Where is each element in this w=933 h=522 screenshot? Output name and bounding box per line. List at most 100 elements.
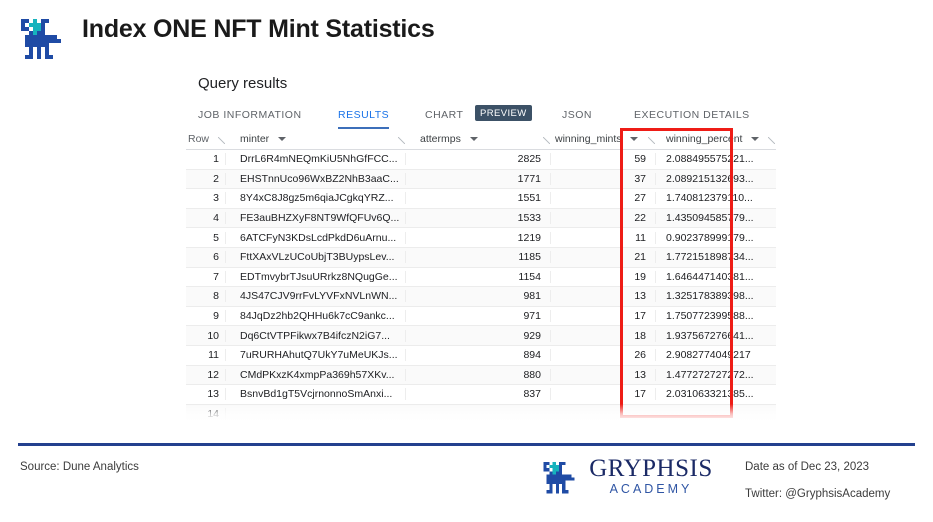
cell-winning-percent: 0.902378999179... [656, 232, 776, 244]
page-title: Index ONE NFT Mint Statistics [82, 15, 435, 44]
chevron-down-icon[interactable] [278, 137, 286, 141]
table-row[interactable]: 14 [186, 405, 776, 420]
cell-attermps: 1771 [406, 173, 551, 185]
source-note: Source: Dune Analytics [20, 461, 139, 473]
cell-winning-mints: 26 [551, 349, 656, 361]
column-header-winning-mints[interactable]: winning_mints [551, 133, 656, 145]
cell-winning-mints: 13 [551, 290, 656, 302]
cell-winning-mints: 17 [551, 388, 656, 400]
cell-winning-mints: 18 [551, 330, 656, 342]
column-header-attermps-label: attermps [420, 133, 461, 145]
column-resize-grip[interactable] [768, 137, 775, 144]
query-results-panel: Query results JOB INFORMATION RESULTS CH… [186, 68, 776, 420]
cell-row: 4 [186, 212, 226, 224]
table-row[interactable]: 1DrrL6R4mNEQmKiU5NhGfFCC...2825592.08849… [186, 150, 776, 170]
chevron-down-icon[interactable] [751, 137, 759, 141]
cell-minter: 8Y4xC8J8gz5m6qiaJCgkqYRZ... [226, 192, 406, 204]
tab-json[interactable]: JSON [562, 100, 592, 129]
column-resize-grip[interactable] [218, 137, 225, 144]
table-row[interactable]: 2EHSTnnUco96WxBZ2NhB3aaC...1771372.08921… [186, 170, 776, 190]
tab-json-label: JSON [562, 109, 592, 121]
column-header-winning-percent[interactable]: winning_percent [656, 133, 776, 145]
table-row[interactable]: 38Y4xC8J8gz5m6qiaJCgkqYRZ...1551271.7408… [186, 189, 776, 209]
cell-attermps: 1154 [406, 271, 551, 283]
tab-job-information-label: JOB INFORMATION [198, 109, 302, 121]
column-header-minter[interactable]: minter [226, 133, 406, 145]
cell-minter: DrrL6R4mNEQmKiU5NhGfFCC... [226, 153, 406, 165]
cell-winning-percent: 1.646447140381... [656, 271, 776, 283]
cell-attermps: 894 [406, 349, 551, 361]
date-note: Date as of Dec 23, 2023 [745, 461, 869, 473]
cell-attermps: 981 [406, 290, 551, 302]
cell-minter: Dq6CtVTPFikwx7B4ifczN2iG7... [226, 330, 406, 342]
cell-winning-mints: 59 [551, 153, 656, 165]
tab-chart[interactable]: CHART [425, 100, 463, 129]
table-row[interactable]: 56ATCFyN3KDsLcdPkdD6uArnu...1219110.9023… [186, 228, 776, 248]
results-tab-bar: JOB INFORMATION RESULTS CHART PREVIEW JS… [186, 100, 776, 130]
table-row[interactable]: 7EDTmvybrTJsuURrkz8NQugGe...1154191.6464… [186, 268, 776, 288]
table-row[interactable]: 984JqDz2hb2QHHu6k7cC9ankc...971171.75077… [186, 307, 776, 327]
cell-row: 12 [186, 369, 226, 381]
table-row[interactable]: 13BsnvBd1gT5VcjrnonnoSmAnxi...837172.031… [186, 385, 776, 405]
cell-attermps: 2825 [406, 153, 551, 165]
table-row[interactable]: 6FttXAxVLzUCoUbjT3BUypsLev...1185211.772… [186, 248, 776, 268]
cell-attermps: 1533 [406, 212, 551, 224]
cell-row: 2 [186, 173, 226, 185]
gryphsis-griffin-icon [537, 455, 581, 497]
cell-winning-mints: 11 [551, 232, 656, 244]
cell-winning-percent: 1.750772399588... [656, 310, 776, 322]
cell-winning-percent: 2.088495575221... [656, 153, 776, 165]
cell-row: 8 [186, 290, 226, 302]
cell-attermps: 1219 [406, 232, 551, 244]
column-resize-grip[interactable] [648, 137, 655, 144]
cell-minter: BsnvBd1gT5VcjrnonnoSmAnxi... [226, 388, 406, 400]
cell-attermps: 929 [406, 330, 551, 342]
column-resize-grip[interactable] [543, 137, 550, 144]
cell-row: 1 [186, 153, 226, 165]
cell-attermps: 1551 [406, 192, 551, 204]
column-resize-grip[interactable] [398, 137, 405, 144]
gryphsis-brand-sub: ACADEMY [586, 482, 716, 496]
table-row[interactable]: 117uRURHAhutQ7UkY7uMeUKJs...894262.90827… [186, 346, 776, 366]
cell-divider [225, 408, 226, 420]
cell-winning-percent: 1.435094585779... [656, 212, 776, 224]
cell-minter: CMdPKxzK4xmpPa369h57XKv... [226, 369, 406, 381]
slide-header: Index ONE NFT Mint Statistics [0, 0, 933, 66]
tab-job-information[interactable]: JOB INFORMATION [198, 100, 302, 129]
cell-winning-percent: 2.9082774049217 [656, 349, 776, 361]
cell-winning-mints: 27 [551, 192, 656, 204]
cell-attermps: 1185 [406, 251, 551, 263]
cell-minter: FE3auBHZXyF8NT9WfQFUv6Q... [226, 212, 406, 224]
query-results-heading: Query results [198, 75, 287, 92]
chevron-down-icon[interactable] [630, 137, 638, 141]
table-row[interactable]: 4FE3auBHZXyF8NT9WfQFUv6Q...1533221.43509… [186, 209, 776, 229]
cell-winning-percent: 2.089215132693... [656, 173, 776, 185]
chevron-down-icon[interactable] [470, 137, 478, 141]
column-header-row: Row [186, 133, 226, 145]
cell-row: 14 [186, 408, 226, 420]
column-header-row-label: Row [188, 133, 209, 145]
column-header-attermps[interactable]: attermps [406, 133, 551, 145]
cell-row: 5 [186, 232, 226, 244]
cell-minter: 7uRURHAhutQ7UkY7uMeUKJs... [226, 349, 406, 361]
results-table: Row minter attermps winning_mints winnin… [186, 129, 776, 420]
table-row[interactable]: 84JS47CJV9rrFvLYVFxNVLnWN...981131.32517… [186, 287, 776, 307]
cell-row: 10 [186, 330, 226, 342]
column-header-winning-percent-label: winning_percent [666, 133, 742, 145]
cell-minter: FttXAxVLzUCoUbjT3BUypsLev... [226, 251, 406, 263]
table-row[interactable]: 10Dq6CtVTPFikwx7B4ifczN2iG7...929181.937… [186, 326, 776, 346]
table-row[interactable]: 12CMdPKxzK4xmpPa369h57XKv...880131.47727… [186, 366, 776, 386]
tab-execution-details[interactable]: EXECUTION DETAILS [634, 100, 750, 129]
cell-winning-mints: 19 [551, 271, 656, 283]
gryphsis-brand-name: GRYPHSIS [586, 455, 716, 482]
tab-results-label: RESULTS [338, 109, 389, 121]
cell-attermps: 880 [406, 369, 551, 381]
tab-results[interactable]: RESULTS [338, 100, 389, 129]
cell-winning-mints: 22 [551, 212, 656, 224]
cell-winning-percent: 2.031063321385... [656, 388, 776, 400]
cell-row: 11 [186, 349, 226, 361]
cell-winning-mints: 37 [551, 173, 656, 185]
cell-minter: 4JS47CJV9rrFvLYVFxNVLnWN... [226, 290, 406, 302]
cell-winning-percent: 1.772151898734... [656, 251, 776, 263]
column-header-winning-mints-label: winning_mints [555, 133, 622, 145]
